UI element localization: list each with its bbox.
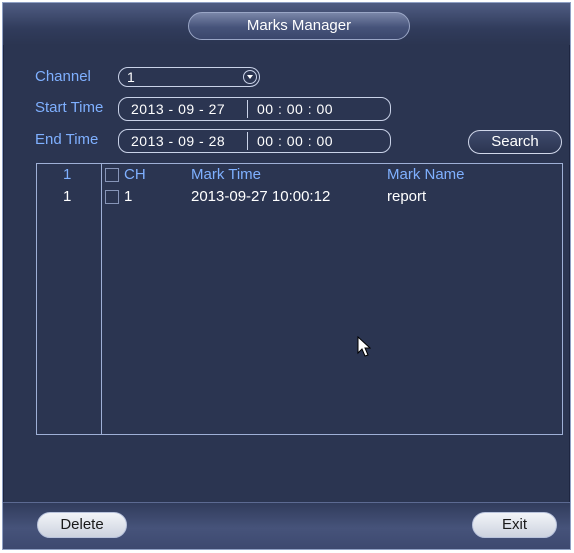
delete-button[interactable]: Delete — [37, 512, 127, 538]
select-all-checkbox[interactable] — [105, 168, 119, 182]
footer-bar: Delete Exit — [3, 502, 570, 549]
channel-select[interactable]: 1 — [118, 67, 260, 87]
divider — [247, 100, 248, 118]
header-mark-time: Mark Time — [191, 166, 262, 183]
arrow-pointer-icon — [357, 336, 371, 357]
header-index: 1 — [63, 166, 72, 183]
table-header: 1 CH Mark Time Mark Name — [37, 166, 562, 184]
row-ch: 1 — [124, 188, 133, 205]
end-time-value[interactable]: 00 : 00 : 00 — [257, 130, 333, 152]
divider — [247, 132, 248, 150]
end-date-value[interactable]: 2013 - 09 - 28 — [131, 130, 225, 152]
exit-button[interactable]: Exit — [472, 512, 557, 538]
start-time-label: Start Time — [35, 99, 104, 116]
start-time-value[interactable]: 00 : 00 : 00 — [257, 98, 333, 120]
table-row[interactable]: 1 1 2013-09-27 10:00:12 report — [37, 188, 562, 206]
header-ch: CH — [124, 166, 146, 183]
row-mark-time: 2013-09-27 10:00:12 — [191, 188, 331, 205]
search-button[interactable]: Search — [468, 130, 562, 154]
marks-manager-window: Marks Manager Channel 1 Start Time 2013 … — [2, 2, 571, 550]
channel-label: Channel — [35, 68, 91, 85]
end-time-field[interactable]: 2013 - 09 - 28 00 : 00 : 00 — [118, 129, 391, 153]
channel-select-value: 1 — [127, 69, 135, 85]
end-time-label: End Time — [35, 131, 99, 148]
row-checkbox[interactable] — [105, 190, 119, 204]
title-bar: Marks Manager — [3, 3, 570, 45]
start-time-field[interactable]: 2013 - 09 - 27 00 : 00 : 00 — [118, 97, 391, 121]
window-title: Marks Manager — [188, 12, 410, 40]
row-mark-name: report — [387, 188, 427, 205]
chevron-down-icon[interactable] — [243, 70, 257, 84]
marks-table: 1 CH Mark Time Mark Name 1 1 2013-09-27 … — [36, 163, 563, 435]
row-index: 1 — [63, 188, 72, 205]
start-date-value[interactable]: 2013 - 09 - 27 — [131, 98, 225, 120]
header-mark-name: Mark Name — [387, 166, 465, 183]
